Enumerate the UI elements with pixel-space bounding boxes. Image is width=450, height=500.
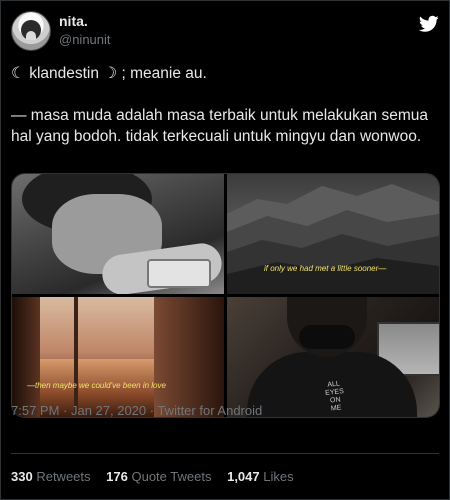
tweet-header: nita. @ninunit <box>11 11 441 51</box>
caption-top-right: if only we had met a little sooner— <box>264 264 387 273</box>
likes-stat[interactable]: 1,047 Likes <box>227 469 294 484</box>
media-photo-2[interactable]: if only we had met a little sooner— <box>227 174 439 294</box>
twitter-bird-icon[interactable] <box>419 15 439 33</box>
media-photo-4[interactable]: ALL EYES ON ME <box>227 297 439 417</box>
photo-curtain-right <box>154 297 224 417</box>
retweets-count: 330 <box>11 469 33 484</box>
quote-tweets-count: 176 <box>106 469 128 484</box>
likes-count: 1,047 <box>227 469 260 484</box>
tweet-line-1: ☾ klandestin ☽ ; meanie au. <box>11 65 207 82</box>
quote-tweets-stat[interactable]: 176 Quote Tweets <box>106 469 211 484</box>
divider <box>11 453 439 454</box>
tweet-stats: 330 Retweets 176 Quote Tweets 1,047 Like… <box>11 469 294 484</box>
retweets-stat[interactable]: 330 Retweets <box>11 469 91 484</box>
tweet-card: nita. @ninunit ☾ klandestin ☽ ; meanie a… <box>0 0 450 500</box>
caption-bottom-left: —then maybe we could've been in love <box>27 381 166 390</box>
media-photo-3[interactable]: —then maybe we could've been in love <box>12 297 224 417</box>
media-photo-1[interactable] <box>12 174 224 294</box>
photo-curtain-left <box>12 297 40 417</box>
retweets-label: Retweets <box>36 469 91 484</box>
photo-camera-shape <box>147 259 211 288</box>
likes-label: Likes <box>263 469 294 484</box>
media-grid[interactable]: if only we had met a little sooner— —the… <box>11 173 440 418</box>
author-name[interactable]: nita. <box>59 13 88 29</box>
tweet-text: ☾ klandestin ☽ ; meanie au. — masa muda … <box>11 63 436 147</box>
tweet-timestamp[interactable]: 7:57 PM · Jan 27, 2020 · Twitter for And… <box>11 403 262 418</box>
photo-window-frame <box>74 297 78 417</box>
avatar-image <box>21 20 41 40</box>
mountain-scenery <box>227 184 439 294</box>
author-handle[interactable]: @ninunit <box>59 32 111 47</box>
tweet-line-2: — masa muda adalah masa terbaik untuk me… <box>11 107 428 145</box>
shirt-print: ALL EYES ON ME <box>318 380 351 415</box>
photo-mask-shape <box>299 325 355 349</box>
quote-tweets-label: Quote Tweets <box>131 469 212 484</box>
avatar[interactable] <box>11 11 51 51</box>
